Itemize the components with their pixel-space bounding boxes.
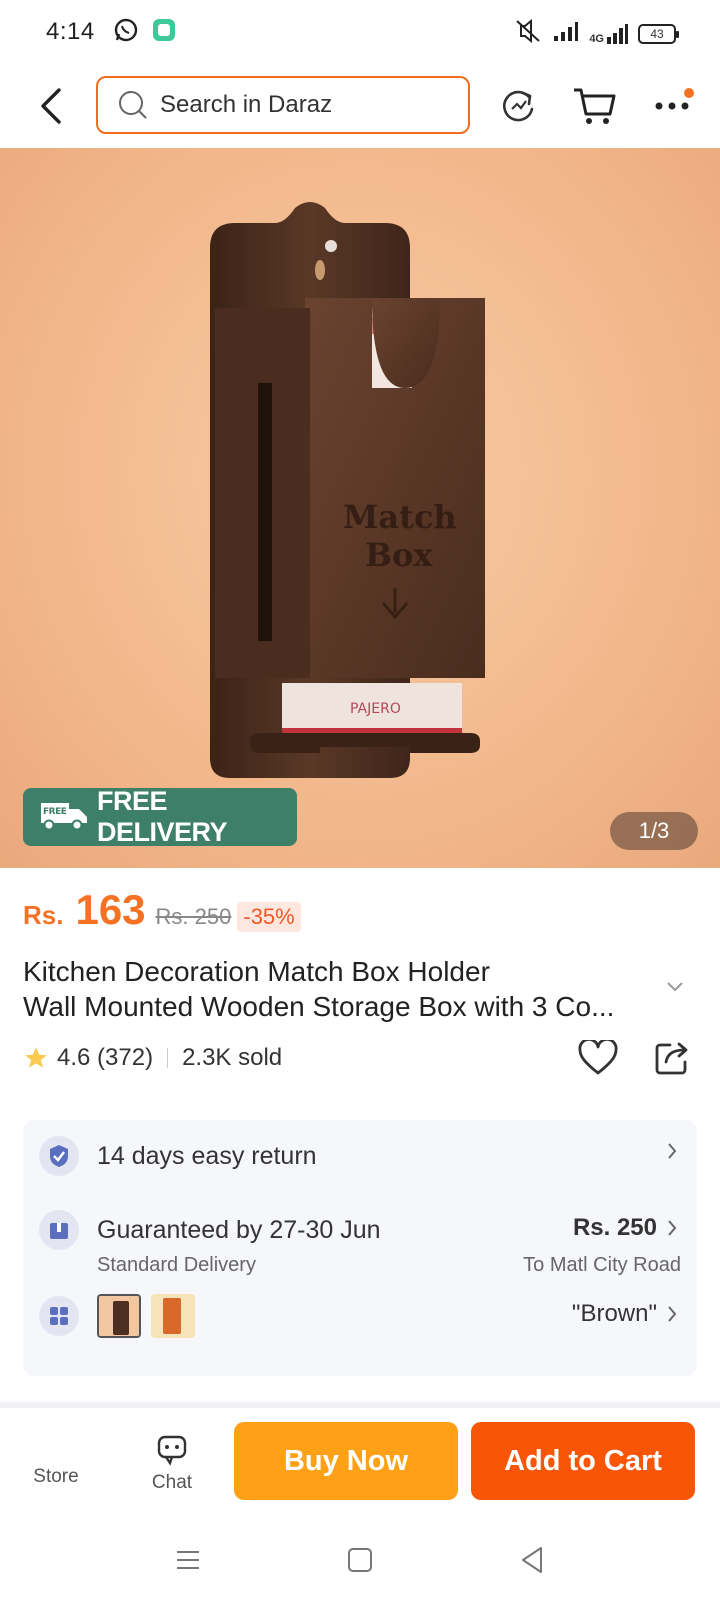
delivery-price: Rs. 250 [572, 1214, 657, 1241]
back-button[interactable] [30, 82, 70, 130]
home-square-icon [348, 1548, 372, 1572]
status-time: 4:14 [46, 18, 95, 45]
cart-icon [574, 88, 616, 124]
delivery-fee[interactable]: Rs. 250 [573, 1214, 677, 1242]
back-arrow-icon [41, 88, 61, 124]
signal-4g-icon: 4G [589, 23, 628, 45]
delivery-box-icon [39, 1210, 79, 1250]
price-row: Rs. 163 Rs. 250 -35% [23, 886, 301, 934]
variant-row[interactable] [39, 1294, 195, 1338]
rating-row[interactable]: 4.6 (372) 2.3K sold [23, 1044, 282, 1072]
system-back-button[interactable] [510, 1538, 554, 1582]
chevron-right-icon [668, 1306, 677, 1322]
service-info-card: 14 days easy return Guaranteed by 27-30 … [23, 1120, 697, 1376]
product-image-gallery[interactable]: PAJERO Match Box FREE FREE DELIVERY 1/3 [0, 148, 720, 868]
delivery-guarantee-text: Guaranteed by 27-30 Jun [97, 1215, 381, 1244]
store-label: Store [33, 1466, 79, 1487]
return-policy-row[interactable]: 14 days easy return [39, 1136, 317, 1176]
product-title-line-2: Wall Mounted Wooden Storage Box with 3 C… [23, 991, 615, 1022]
discount-badge: -35% [237, 902, 301, 932]
store-button[interactable]: Store [16, 1434, 96, 1488]
search-icon [119, 91, 147, 119]
delivery-type-text: Standard Delivery [97, 1254, 256, 1276]
delivery-row[interactable]: Guaranteed by 27-30 Jun [39, 1210, 381, 1250]
top-header: Search in Daraz [0, 64, 720, 148]
store-icon [16, 1434, 96, 1466]
product-image: PAJERO Match Box [210, 202, 485, 778]
chat-label: Chat [151, 1472, 193, 1493]
star-icon [25, 1047, 47, 1068]
return-policy-chevron[interactable] [657, 1142, 677, 1160]
current-price: 163 [75, 886, 146, 933]
svg-text:PAJERO: PAJERO [350, 701, 401, 717]
delivery-location: To Matl City Road [523, 1254, 681, 1276]
system-navigation-bar [0, 1520, 720, 1600]
variant-grid-icon [39, 1296, 79, 1336]
search-placeholder: Search in Daraz [160, 91, 333, 118]
variant-selector[interactable]: "Brown" [572, 1300, 677, 1328]
shield-check-icon [39, 1136, 79, 1176]
status-notification-icons [113, 17, 177, 48]
chevron-down-icon [667, 982, 683, 992]
chevron-right-icon [668, 1220, 677, 1236]
chat-button[interactable]: Chat [132, 1434, 212, 1494]
refresh-button[interactable] [494, 82, 542, 130]
back-triangle-icon [522, 1547, 542, 1573]
bottom-action-bar: Store Chat Buy Now Add to Cart [0, 1414, 720, 1514]
wishlist-button[interactable] [578, 1038, 618, 1081]
refresh-icon [503, 90, 534, 122]
free-delivery-text: FREE DELIVERY [97, 786, 228, 847]
variant-thumbnail-brown[interactable] [97, 1294, 141, 1338]
return-policy-text: 14 days easy return [97, 1141, 317, 1170]
signal-icon [553, 20, 579, 47]
search-input[interactable]: Search in Daraz [96, 76, 470, 134]
app-notification-icon [151, 17, 177, 48]
rating-divider [167, 1048, 169, 1068]
price-currency: Rs. [23, 900, 64, 930]
free-delivery-badge: FREE FREE DELIVERY [23, 786, 297, 847]
heart-icon [578, 1038, 618, 1075]
svg-text:Match: Match [343, 498, 457, 536]
status-bar: 4:14 4G 43 [0, 0, 720, 64]
expand-title-button[interactable] [666, 980, 684, 998]
chat-icon [157, 1435, 187, 1466]
status-system-icons: 4G 43 [513, 18, 679, 49]
notification-dot [684, 88, 694, 98]
more-options-button[interactable] [648, 82, 696, 130]
product-title-line-1: Kitchen Decoration Match Box Holder [23, 956, 490, 987]
battery-icon: 43 [638, 23, 679, 44]
section-divider [0, 1402, 720, 1408]
buy-now-button[interactable]: Buy Now [234, 1422, 458, 1500]
svg-text:FREE: FREE [43, 807, 67, 817]
variant-thumbnail-orange[interactable] [151, 1294, 195, 1338]
whatsapp-icon [113, 17, 139, 48]
share-button[interactable] [654, 1040, 690, 1081]
rating-value: 4.6 (372) [57, 1044, 154, 1071]
variant-value: "Brown" [571, 1300, 657, 1327]
share-icon [655, 1042, 688, 1075]
home-button[interactable] [338, 1538, 382, 1582]
image-counter: 1/3 [610, 812, 698, 850]
mute-icon [513, 18, 543, 49]
delivery-truck-icon: FREE [35, 797, 91, 838]
recent-apps-button[interactable] [166, 1538, 210, 1582]
sold-count: 2.3K sold [182, 1044, 283, 1071]
cart-button[interactable] [570, 82, 618, 130]
menu-lines-icon [177, 1551, 199, 1569]
more-icon [655, 102, 689, 110]
product-title[interactable]: Kitchen Decoration Match Box Holder Wall… [23, 954, 673, 1024]
svg-text:Box: Box [365, 536, 433, 574]
add-to-cart-button[interactable]: Add to Cart [471, 1422, 695, 1500]
original-price: Rs. 250 [155, 904, 232, 929]
chevron-right-icon [668, 1143, 677, 1159]
